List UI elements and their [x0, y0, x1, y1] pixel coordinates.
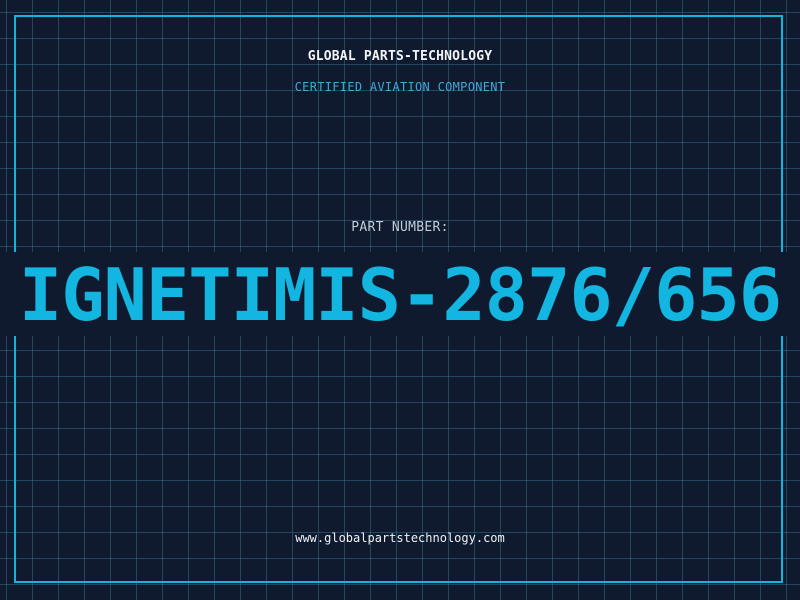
certificate-card: GLOBAL PARTS-TECHNOLOGY CERTIFIED AVIATI… [0, 0, 800, 600]
certification-subtitle: CERTIFIED AVIATION COMPONENT [294, 80, 506, 94]
company-name: GLOBAL PARTS-TECHNOLOGY [307, 49, 493, 64]
part-number-label: PART NUMBER: [351, 220, 449, 235]
website-url: www.globalpartstechnology.com [295, 531, 505, 545]
part-number-value: IGNETIMIS-2876/656 [18, 255, 782, 335]
